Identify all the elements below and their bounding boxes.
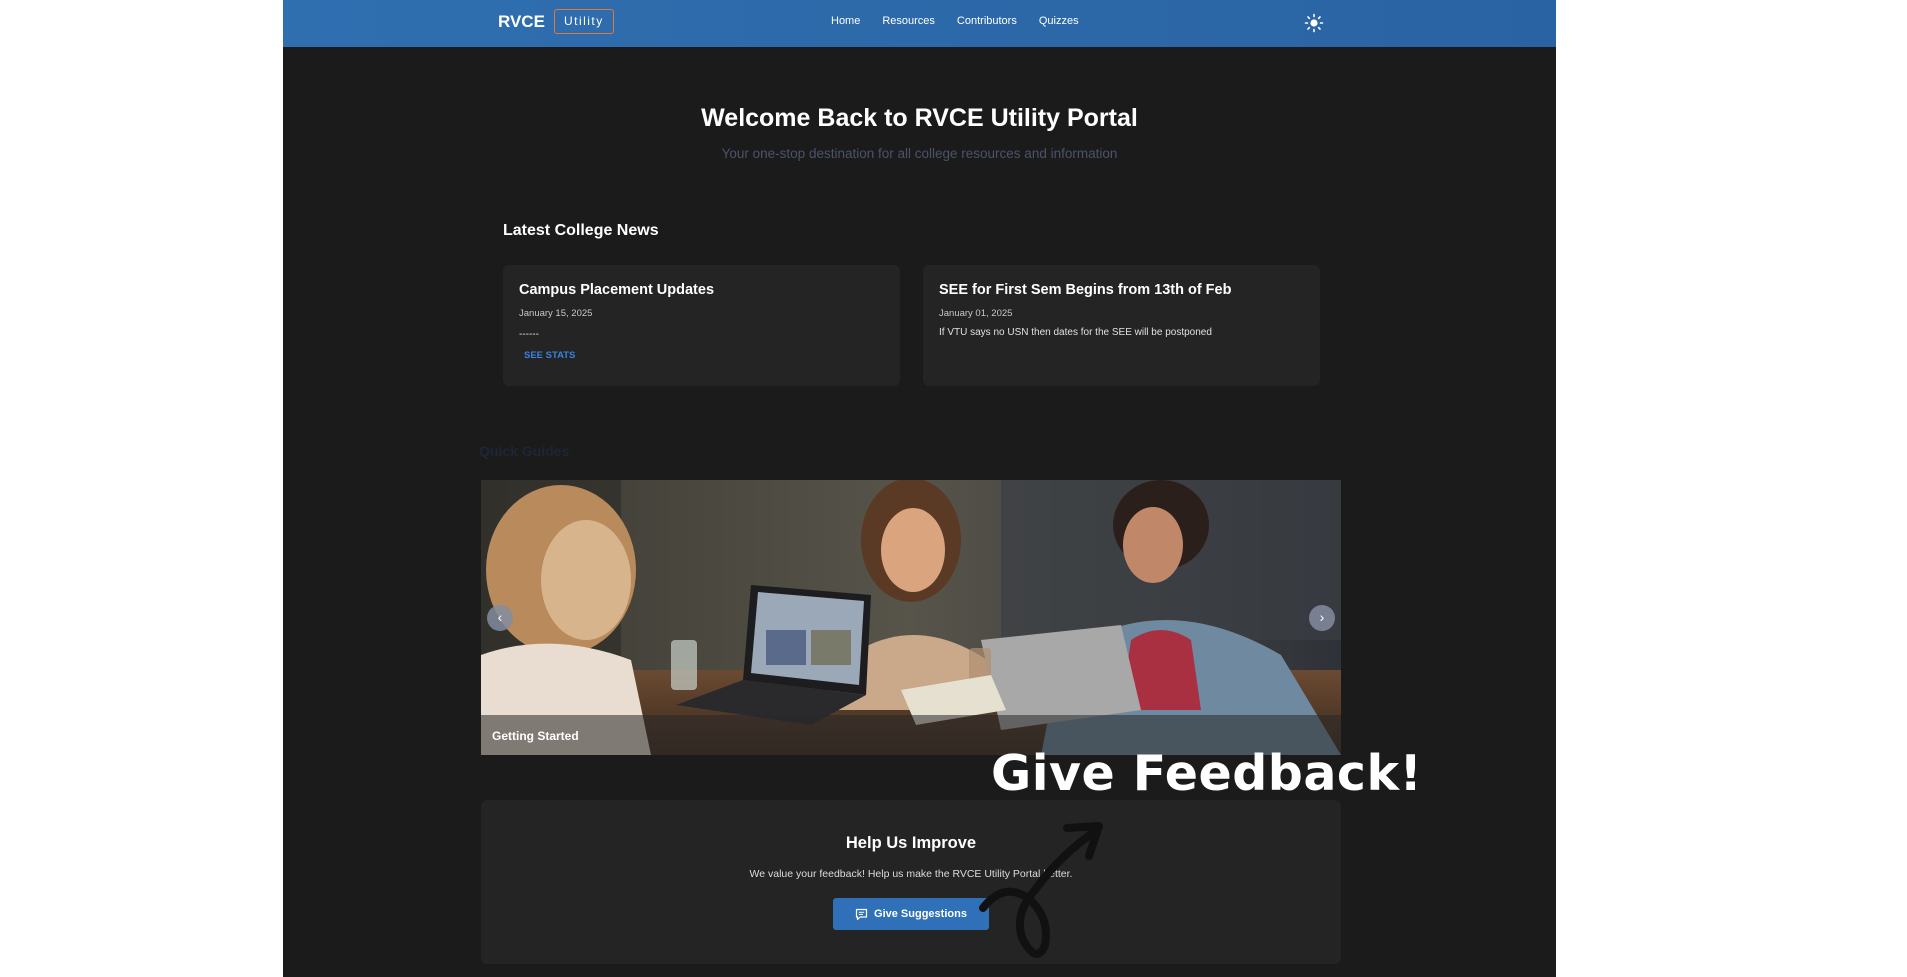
give-suggestions-button[interactable]: Give Suggestions: [833, 898, 989, 930]
carousel-heading: Quick Guides: [479, 443, 570, 459]
nav-links: Home Resources Contributors Quizzes: [831, 15, 1079, 27]
brand-text: RVCE: [498, 11, 545, 31]
chevron-right-icon[interactable]: ›: [1309, 605, 1335, 631]
feedback-section: Help Us Improve We value your feedback! …: [481, 800, 1341, 964]
news-card: SEE for First Sem Begins from 13th of Fe…: [923, 265, 1320, 386]
news-body: If VTU says no USN then dates for the SE…: [939, 327, 1212, 338]
give-feedback-annotation: Give Feedback!: [991, 745, 1423, 802]
brand-logo[interactable]: RVCE Utility: [498, 9, 614, 34]
chevron-left-icon[interactable]: ‹: [487, 605, 513, 631]
page-title: Welcome Back to RVCE Utility Portal: [701, 104, 1138, 132]
news-card: Campus Placement Updates January 15, 202…: [503, 265, 900, 386]
carousel-caption: Getting Started: [492, 729, 579, 743]
see-stats-link[interactable]: SEE STATS: [524, 350, 575, 361]
message-icon: [855, 908, 868, 920]
news-title: Campus Placement Updates: [519, 282, 715, 298]
news-heading: Latest College News: [503, 222, 659, 239]
nav-contributors[interactable]: Contributors: [957, 15, 1017, 27]
brand-badge: Utility: [553, 9, 614, 34]
app-window: RVCE Utility Home Resources Contributors…: [283, 0, 1556, 977]
nav-quizzes[interactable]: Quizzes: [1039, 15, 1079, 27]
sun-icon[interactable]: [1303, 12, 1325, 34]
carousel-image: [481, 480, 1341, 755]
feedback-description: We value your feedback! Help us make the…: [749, 868, 1073, 880]
feedback-title: Help Us Improve: [845, 834, 977, 852]
image-carousel: Getting Started ‹ ›: [481, 480, 1341, 755]
navbar: RVCE Utility Home Resources Contributors…: [283, 0, 1556, 47]
nav-resources[interactable]: Resources: [882, 15, 935, 27]
curly-arrow-icon: [979, 822, 1103, 958]
news-title: SEE for First Sem Begins from 13th of Fe…: [939, 282, 1232, 298]
nav-home[interactable]: Home: [831, 15, 860, 27]
news-body: ------: [519, 329, 539, 340]
news-date: January 15, 2025: [519, 308, 593, 319]
give-suggestions-label: Give Suggestions: [874, 908, 967, 920]
page-subtitle: Your one-stop destination for all colleg…: [721, 146, 1118, 161]
news-date: January 01, 2025: [939, 308, 1013, 319]
